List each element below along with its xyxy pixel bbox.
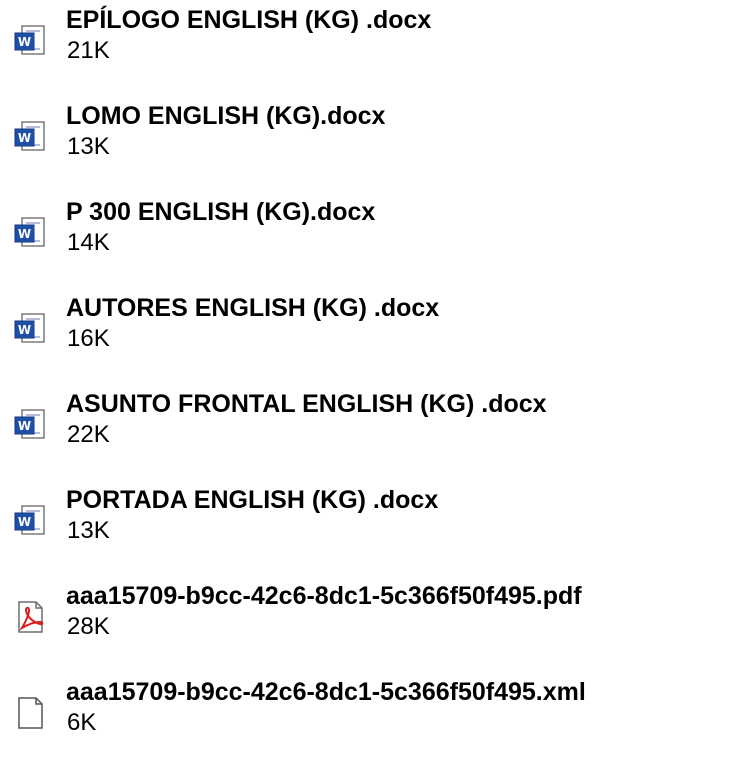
svg-text:W: W [18,323,31,337]
file-item[interactable]: W P 300 ENGLISH (KG).docx 14K [0,196,733,276]
svg-text:W: W [18,35,31,49]
file-name[interactable]: AUTORES ENGLISH (KG) .docx [66,292,439,324]
svg-text:W: W [18,419,31,433]
file-item[interactable]: W ASUNTO FRONTAL ENGLISH (KG) .docx 22K [0,388,733,468]
file-name[interactable]: LOMO ENGLISH (KG).docx [66,100,385,132]
file-size: 28K [67,613,110,640]
file-name[interactable]: P 300 ENGLISH (KG).docx [66,196,375,228]
file-size: 13K [67,133,110,160]
file-name[interactable]: aaa15709-b9cc-42c6-8dc1-5c366f50f495.pdf [66,580,582,612]
file-name[interactable]: EPÍLOGO ENGLISH (KG) .docx [66,4,431,36]
word-document-icon: W [10,21,50,61]
svg-text:W: W [18,515,31,529]
word-document-icon: W [10,213,50,253]
file-size: 14K [67,229,110,256]
pdf-document-icon [10,597,50,637]
word-document-icon: W [10,117,50,157]
file-name[interactable]: ASUNTO FRONTAL ENGLISH (KG) .docx [66,388,547,420]
word-document-icon: W [10,309,50,349]
file-name[interactable]: PORTADA ENGLISH (KG) .docx [66,484,438,516]
file-size: 6K [67,709,97,736]
generic-file-icon [10,693,50,733]
file-item[interactable]: aaa15709-b9cc-42c6-8dc1-5c366f50f495.pdf… [0,580,733,660]
word-document-icon: W [10,501,50,541]
svg-text:W: W [18,227,31,241]
svg-text:W: W [18,131,31,145]
file-item[interactable]: W LOMO ENGLISH (KG).docx 13K [0,100,733,180]
file-size: 13K [67,517,110,544]
word-document-icon: W [10,405,50,445]
file-item[interactable]: W AUTORES ENGLISH (KG) .docx 16K [0,292,733,372]
file-item[interactable]: W PORTADA ENGLISH (KG) .docx 13K [0,484,733,564]
file-item[interactable]: aaa15709-b9cc-42c6-8dc1-5c366f50f495.xml… [0,676,733,756]
file-item[interactable]: W EPÍLOGO ENGLISH (KG) .docx 21K [0,4,733,84]
file-size: 22K [67,421,110,448]
file-size: 21K [67,37,110,64]
file-size: 16K [67,325,110,352]
file-name[interactable]: aaa15709-b9cc-42c6-8dc1-5c366f50f495.xml [66,676,586,708]
